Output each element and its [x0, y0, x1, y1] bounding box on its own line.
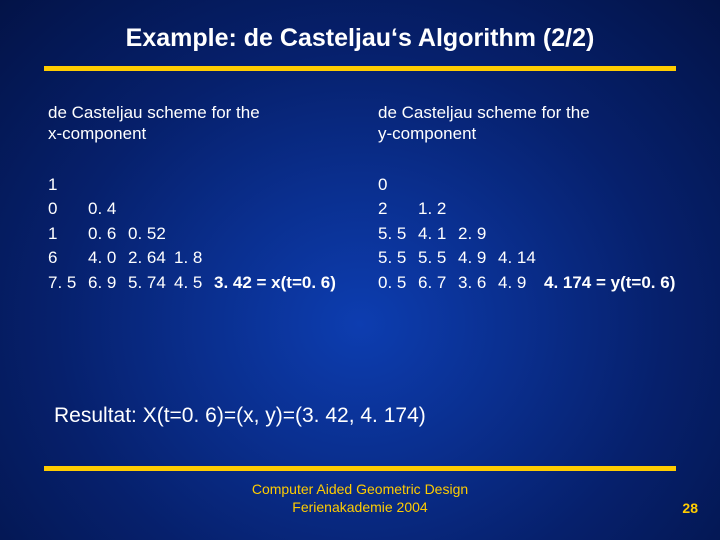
footer-line2: Ferienakademie 2004 — [0, 498, 720, 516]
x-cell: 0 — [48, 197, 88, 222]
y-cell: 0 — [378, 173, 418, 198]
y-row-4: 0. 5 6. 7 3. 6 4. 9 4. 174 = y(t=0. 6) — [378, 271, 718, 296]
y-cell: 1. 2 — [418, 197, 458, 222]
column-y-component: de Casteljau scheme for the y-component … — [378, 102, 718, 296]
y-cell: 3. 6 — [458, 271, 498, 296]
y-cell: 6. 7 — [418, 271, 458, 296]
x-cell: 5. 74 — [128, 271, 174, 296]
x-cell: 1. 8 — [174, 246, 214, 271]
x-desc-line2: x-component — [48, 123, 378, 144]
y-cell: 2. 9 — [458, 222, 498, 247]
x-row-3: 6 4. 0 2. 64 1. 8 — [48, 246, 378, 271]
slide-title: Example: de Casteljau‘s Algorithm (2/2) — [0, 24, 720, 53]
x-cell: 1 — [48, 222, 88, 247]
x-cell: 0. 6 — [88, 222, 128, 247]
result-line: Resultat: X(t=0. 6)=(x, y)=(3. 42, 4. 17… — [54, 404, 426, 428]
x-row-1: 0 0. 4 — [48, 197, 378, 222]
x-cell: 0. 52 — [128, 222, 174, 247]
y-cell: 5. 5 — [378, 246, 418, 271]
x-desc-line1: de Casteljau scheme for the — [48, 102, 378, 123]
slide: Example: de Casteljau‘s Algorithm (2/2) … — [0, 0, 720, 540]
x-cell: 6 — [48, 246, 88, 271]
x-cell: 0. 4 — [88, 197, 128, 222]
horizontal-rule-bottom — [44, 466, 676, 471]
x-cell: 4. 5 — [174, 271, 214, 296]
y-cell: 2 — [378, 197, 418, 222]
column-x-component: de Casteljau scheme for the x-component … — [48, 102, 378, 296]
y-result-cell: 4. 174 = y(t=0. 6) — [544, 271, 675, 296]
y-cell: 0. 5 — [378, 271, 418, 296]
y-cell: 5. 5 — [378, 222, 418, 247]
y-cell: 4. 1 — [418, 222, 458, 247]
x-cell: 2. 64 — [128, 246, 174, 271]
y-desc-line2: y-component — [378, 123, 718, 144]
x-cell: 4. 0 — [88, 246, 128, 271]
x-row-0: 1 — [48, 173, 378, 198]
y-description: de Casteljau scheme for the y-component — [378, 102, 718, 145]
y-cell: 4. 9 — [458, 246, 498, 271]
y-row-1: 2 1. 2 — [378, 197, 718, 222]
y-row-3: 5. 5 5. 5 4. 9 4. 14 — [378, 246, 718, 271]
footer: Computer Aided Geometric Design Ferienak… — [0, 480, 720, 516]
x-cell: 6. 9 — [88, 271, 128, 296]
x-cell: 7. 5 — [48, 271, 88, 296]
footer-line1: Computer Aided Geometric Design — [0, 480, 720, 498]
y-cell: 4. 14 — [498, 246, 544, 271]
y-desc-line1: de Casteljau scheme for the — [378, 102, 718, 123]
x-row-2: 1 0. 6 0. 52 — [48, 222, 378, 247]
y-scheme: 0 2 1. 2 5. 5 4. 1 2. 9 5. 5 5. 5 4. 9 4… — [378, 173, 718, 296]
x-row-4: 7. 5 6. 9 5. 74 4. 5 3. 42 = x(t=0. 6) — [48, 271, 378, 296]
x-result-cell: 3. 42 = x(t=0. 6) — [214, 271, 336, 296]
horizontal-rule-top — [44, 66, 676, 71]
y-row-0: 0 — [378, 173, 718, 198]
x-scheme: 1 0 0. 4 1 0. 6 0. 52 6 4. 0 2. 64 1. 8 … — [48, 173, 378, 296]
y-row-2: 5. 5 4. 1 2. 9 — [378, 222, 718, 247]
x-description: de Casteljau scheme for the x-component — [48, 102, 378, 145]
x-cell: 1 — [48, 173, 88, 198]
y-cell: 4. 9 — [498, 271, 544, 296]
page-number: 28 — [682, 500, 698, 516]
y-cell: 5. 5 — [418, 246, 458, 271]
